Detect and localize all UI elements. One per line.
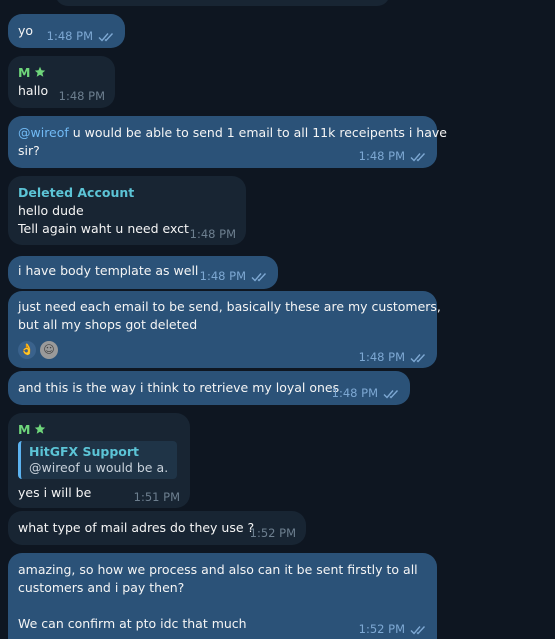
message-bubble[interactable]: just need each email to be send, basical…: [8, 291, 441, 368]
message-bubble-previous[interactable]: [55, 0, 390, 6]
message-bubble[interactable]: amazing, so how we process and also can …: [8, 553, 437, 639]
message-text: yes i will be: [18, 485, 92, 500]
ok-hand-reaction-icon[interactable]: 👌: [18, 341, 36, 359]
message-bubble[interactable]: and this is the way i think to retrieve …: [8, 371, 410, 405]
read-ticks-icon: [98, 31, 115, 45]
message-text: @wireof u would be able to send 1 email …: [18, 125, 447, 140]
star-icon: [34, 66, 46, 82]
read-ticks-icon: [410, 352, 427, 366]
message-text: hallo: [18, 83, 49, 98]
message-meta: 1:48 PM: [359, 149, 427, 165]
read-ticks-icon: [251, 271, 268, 285]
message-bubble[interactable]: @wireof u would be able to send 1 email …: [8, 116, 447, 168]
message-time: 1:52 PM: [358, 622, 405, 636]
mention-link[interactable]: @wireof: [18, 125, 69, 140]
message-text: what type of mail adres do they use ?: [18, 520, 255, 535]
message-bubble[interactable]: yo 1:48 PM: [8, 14, 125, 48]
message-text: hello dude: [18, 203, 84, 218]
reply-text: @wireof u would be a…: [29, 460, 169, 475]
message-time: 1:48 PM: [358, 350, 405, 364]
message-text: but all my shops got deleted: [18, 317, 198, 332]
star-icon: [34, 423, 46, 439]
message-time: 1:52 PM: [249, 526, 296, 540]
message-text: i have body template as well: [18, 263, 199, 278]
message-bubble[interactable]: i have body template as well 1:48 PM: [8, 256, 278, 289]
read-ticks-icon: [383, 388, 400, 402]
message-meta: 1:48 PM: [47, 29, 115, 45]
message-time: 1:48 PM: [199, 269, 246, 283]
chat-history[interactable]: yo 1:48 PM M hallo 1:48 PM @wireof u wou…: [0, 0, 555, 639]
avatar-reaction-icon[interactable]: ☺: [40, 341, 58, 359]
read-ticks-icon: [410, 151, 427, 165]
message-text: amazing, so how we process and also can …: [18, 562, 418, 577]
message-bubble[interactable]: what type of mail adres do they use ? 1:…: [8, 511, 306, 545]
message-time: 1:48 PM: [331, 386, 378, 400]
reply-quote[interactable]: HitGFX Support @wireof u would be a…: [18, 441, 177, 479]
message-time: 1:51 PM: [133, 490, 180, 504]
message-meta: 1:48 PM: [359, 350, 427, 366]
message-bubble[interactable]: Deleted Account hello dude Tell again wa…: [8, 176, 246, 245]
message-meta: 1:48 PM: [332, 386, 400, 402]
message-text: and this is the way i think to retrieve …: [18, 380, 340, 395]
reply-sender: HitGFX Support: [29, 444, 140, 459]
message-meta: 1:48 PM: [200, 269, 268, 285]
message-meta: 1:52 PM: [359, 622, 427, 638]
message-bubble[interactable]: M HitGFX Support @wireof u would be a… y…: [8, 413, 190, 508]
message-time: 1:48 PM: [358, 149, 405, 163]
sender-name[interactable]: Deleted Account: [18, 185, 134, 201]
message-time: 1:48 PM: [46, 29, 93, 43]
message-text: customers and i pay then?: [18, 580, 185, 595]
message-text: sir?: [18, 143, 40, 158]
message-text: just need each email to be send, basical…: [18, 299, 441, 314]
message-text: Tell again waht u need exct: [18, 221, 189, 236]
message-time: 1:48 PM: [58, 89, 105, 103]
sender-name[interactable]: M: [18, 422, 46, 439]
message-bubble[interactable]: M hallo 1:48 PM: [8, 56, 115, 108]
message-time: 1:48 PM: [189, 227, 236, 241]
sender-name[interactable]: M: [18, 65, 46, 82]
read-ticks-icon: [410, 624, 427, 638]
message-text: yo: [18, 23, 34, 38]
message-text: We can confirm at pto idc that much: [18, 616, 247, 631]
